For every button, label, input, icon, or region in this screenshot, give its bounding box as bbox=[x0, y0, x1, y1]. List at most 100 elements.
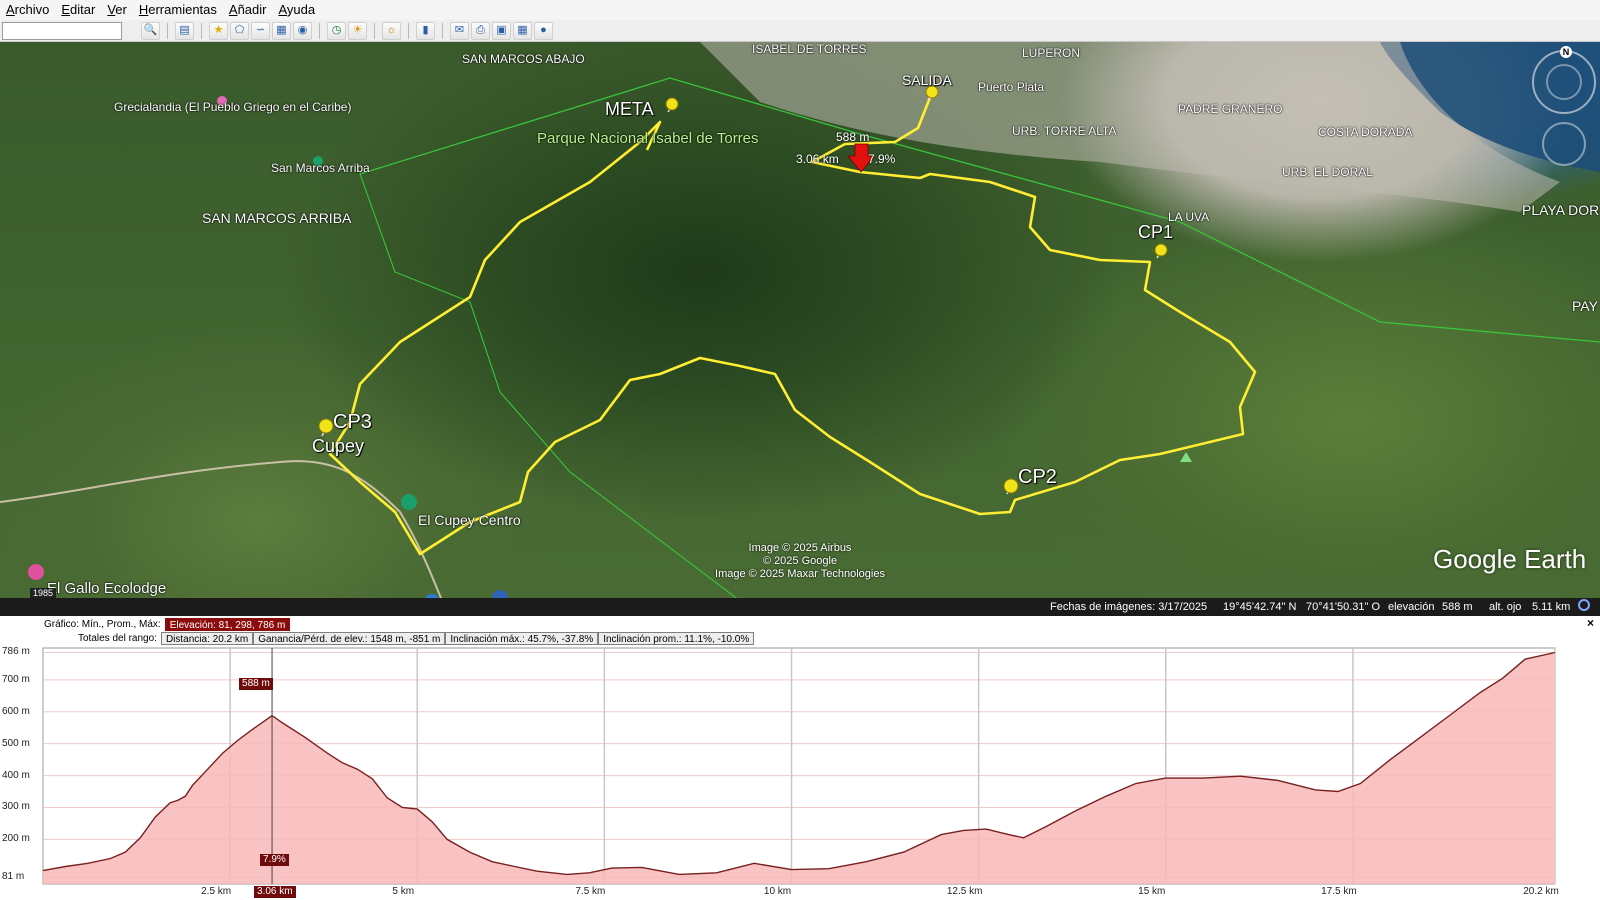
y-tick-label: 786 m bbox=[2, 646, 30, 658]
toolbar-separator bbox=[201, 22, 202, 39]
place-label: COSTA DORADA bbox=[1318, 125, 1413, 139]
imagery-date: Fechas de imágenes: 3/17/2025 bbox=[1050, 601, 1208, 613]
sidebar-icon[interactable]: ▤ bbox=[175, 21, 194, 40]
menu-anadir[interactable]: Añadir bbox=[223, 0, 273, 20]
planets-icon[interactable]: ☼ bbox=[382, 21, 401, 40]
print-icon[interactable]: ⎙ bbox=[471, 21, 490, 40]
hiker-icon bbox=[1180, 452, 1192, 462]
earth-map-view[interactable]: ISABEL DE TORRES SAN MARCOS ABAJO LUPERO… bbox=[0, 42, 1600, 616]
cursor-distance: 3.06 km bbox=[796, 152, 839, 166]
place-label: URB. TORRE ALTA bbox=[1012, 124, 1117, 138]
toolbar-separator bbox=[442, 22, 443, 39]
place-label: SAN MARCOS ABAJO bbox=[462, 52, 585, 66]
x-tick-label: 7.5 km bbox=[575, 886, 606, 897]
search-input[interactable] bbox=[2, 21, 122, 40]
placemark-icon[interactable]: ★ bbox=[209, 21, 228, 40]
longitude: 70°41'50.31" O bbox=[1306, 601, 1381, 613]
eye-altitude-value: 5.11 km bbox=[1532, 601, 1571, 613]
y-tick-label: 200 m bbox=[2, 833, 30, 845]
y-tick-label: 600 m bbox=[2, 705, 30, 717]
toolbar: 🔍 ▤ ★ ⬠ ∽ ▦ ◉ ◷ ☀ ☼ ▮ ✉ ⎙ ▣ ▦ ● bbox=[0, 20, 1600, 42]
toolbar-separator bbox=[374, 22, 375, 39]
place-label: ISABEL DE TORRES bbox=[752, 42, 867, 56]
toolbar-separator bbox=[319, 22, 320, 39]
place-icon bbox=[401, 494, 417, 510]
polygon-icon[interactable]: ⬠ bbox=[230, 21, 249, 40]
toolbar-separator bbox=[408, 22, 409, 39]
look-control[interactable] bbox=[1542, 122, 1586, 166]
loading-indicator-icon bbox=[1578, 599, 1590, 611]
pin-cp2 bbox=[1003, 478, 1019, 495]
x-tick-label: 12.5 km bbox=[946, 886, 983, 897]
toolbar-separator bbox=[167, 22, 168, 39]
y-tick-label: 81 m bbox=[2, 871, 25, 883]
x-tick-label: 5 km bbox=[392, 886, 415, 897]
place-label: PADRE GRANERO bbox=[1178, 102, 1283, 116]
y-tick-label: 500 m bbox=[2, 737, 30, 749]
history-icon[interactable]: ◷ bbox=[327, 21, 346, 40]
place-label: El Cupey Centro bbox=[418, 512, 521, 528]
email-icon[interactable]: ✉ bbox=[450, 21, 469, 40]
google-earth-logo: Google Earth bbox=[1433, 544, 1587, 574]
menu-archivo[interactable]: Archivo bbox=[0, 0, 55, 20]
place-label: PLAYA DOR bbox=[1522, 202, 1600, 218]
menu-editar[interactable]: Editar bbox=[55, 0, 101, 20]
pin-label-salida[interactable]: SALIDA bbox=[902, 72, 952, 88]
compass-control[interactable]: N bbox=[1532, 46, 1596, 114]
ruler-icon[interactable]: ▮ bbox=[416, 21, 435, 40]
search-icon[interactable]: 🔍 bbox=[141, 21, 160, 40]
imagery-copyright: Image © 2025 Airbus © 2025 Google Image … bbox=[700, 542, 900, 581]
web-icon[interactable]: ● bbox=[534, 21, 553, 40]
menu-herramientas[interactable]: Herramientas bbox=[133, 0, 223, 20]
maps-icon[interactable]: ▦ bbox=[513, 21, 532, 40]
menu-ayuda[interactable]: Ayuda bbox=[272, 0, 321, 20]
eye-altitude-label: alt. ojo bbox=[1489, 601, 1522, 613]
pin-label-cp1[interactable]: CP1 bbox=[1138, 222, 1173, 243]
path-icon[interactable]: ∽ bbox=[251, 21, 270, 40]
pin-label-meta[interactable]: META bbox=[605, 99, 654, 120]
x-tick-label: 10 km bbox=[763, 886, 792, 897]
x-tick-label: 15 km bbox=[1138, 886, 1166, 897]
elevation-profile-panel: Gráfico: Mín., Prom., Máx: Elevación: 81… bbox=[0, 616, 1600, 900]
copyright-line: Image © 2025 Maxar Technologies bbox=[715, 568, 885, 580]
elevation-value: 588 m bbox=[1442, 601, 1473, 613]
marker-distance-label: 3.06 km bbox=[254, 886, 296, 898]
pin-meta bbox=[665, 97, 679, 113]
x-tick-label: 20.2 km bbox=[1523, 886, 1559, 897]
lodge-icon bbox=[28, 564, 44, 580]
marker-slope-label: 7.9% bbox=[260, 854, 289, 866]
save-image-icon[interactable]: ▣ bbox=[492, 21, 511, 40]
elevation-chart[interactable] bbox=[0, 616, 1600, 900]
place-label: URB. EL DORAL bbox=[1282, 165, 1373, 179]
cursor-elevation: 588 m bbox=[836, 130, 870, 144]
y-tick-label: 400 m bbox=[2, 769, 30, 781]
y-tick-label: 300 m bbox=[2, 801, 30, 813]
compass-north: N bbox=[1560, 46, 1572, 58]
y-tick-label: 700 m bbox=[2, 673, 30, 685]
elevation-label: elevación bbox=[1388, 601, 1435, 613]
place-label: PAY bbox=[1572, 298, 1598, 314]
pin-label-cp3[interactable]: CP3 bbox=[333, 411, 372, 434]
cursor-slope: 7.9% bbox=[868, 152, 896, 166]
pin-cp1 bbox=[1154, 243, 1168, 259]
sun-icon[interactable]: ☀ bbox=[348, 21, 367, 40]
place-label: San Marcos Arriba bbox=[271, 161, 370, 175]
tour-icon[interactable]: ◉ bbox=[293, 21, 312, 40]
park-label: Parque Nacional Isabel de Torres bbox=[537, 130, 759, 147]
marker-elevation-label: 588 m bbox=[239, 678, 273, 690]
menu-ver[interactable]: Ver bbox=[101, 0, 133, 20]
place-label: El Gallo Ecolodge bbox=[47, 580, 167, 597]
copyright-line: © 2025 Google bbox=[762, 555, 838, 567]
place-label: SAN MARCOS ARRIBA bbox=[202, 210, 352, 226]
place-label: Puerto Plata bbox=[978, 80, 1045, 94]
overlay-icon[interactable]: ▦ bbox=[272, 21, 291, 40]
x-tick-label: 2.5 km bbox=[201, 886, 232, 897]
place-label: LA UVA bbox=[1168, 210, 1210, 224]
menu-bar: Archivo Editar Ver Herramientas Añadir A… bbox=[0, 0, 1600, 20]
latitude: 19°45'42.74" N bbox=[1223, 601, 1297, 613]
year-badge: 1985 bbox=[30, 588, 57, 598]
copyright-line: Image © 2025 Airbus bbox=[748, 542, 852, 554]
pin-label-cupey[interactable]: Cupey bbox=[312, 436, 364, 457]
status-bar: Fechas de imágenes: 3/17/2025 19°45'42.7… bbox=[0, 598, 1600, 616]
pin-label-cp2[interactable]: CP2 bbox=[1018, 466, 1057, 489]
